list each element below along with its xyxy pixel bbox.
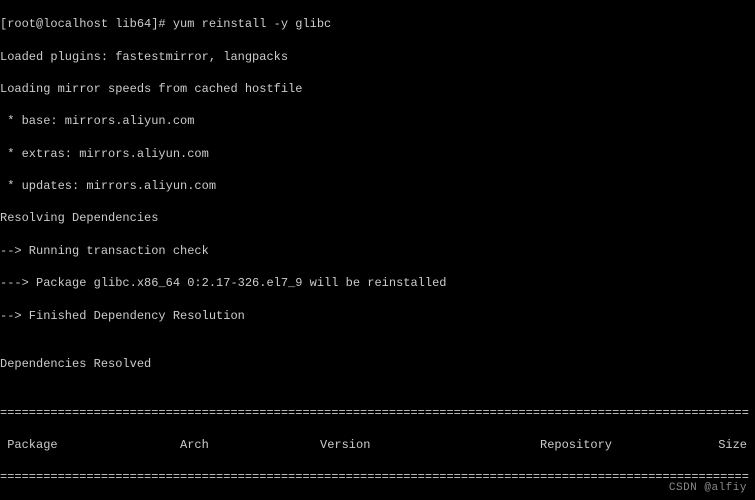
- divider: ========================================…: [0, 405, 755, 421]
- output-line: * base: mirrors.aliyun.com: [0, 113, 755, 129]
- col-package: Package: [0, 437, 180, 453]
- output-line: Dependencies Resolved: [0, 356, 755, 372]
- shell-prompt: [root@localhost lib64]#: [0, 17, 173, 31]
- watermark: CSDN @alfiy: [669, 481, 747, 496]
- terminal-output[interactable]: [root@localhost lib64]# yum reinstall -y…: [0, 0, 755, 500]
- col-size: Size: [690, 437, 755, 453]
- prompt-line-1: [root@localhost lib64]# yum reinstall -y…: [0, 16, 755, 32]
- divider: ========================================…: [0, 469, 755, 485]
- output-line: Resolving Dependencies: [0, 210, 755, 226]
- shell-command: yum reinstall -y glibc: [173, 17, 331, 31]
- col-repository: Repository: [540, 437, 690, 453]
- output-line: --> Running transaction check: [0, 243, 755, 259]
- col-arch: Arch: [180, 437, 320, 453]
- col-version: Version: [320, 437, 540, 453]
- output-line: * extras: mirrors.aliyun.com: [0, 146, 755, 162]
- output-line: Loaded plugins: fastestmirror, langpacks: [0, 49, 755, 65]
- output-line: Loading mirror speeds from cached hostfi…: [0, 81, 755, 97]
- output-line: * updates: mirrors.aliyun.com: [0, 178, 755, 194]
- output-line: --> Finished Dependency Resolution: [0, 308, 755, 324]
- output-line: ---> Package glibc.x86_64 0:2.17-326.el7…: [0, 275, 755, 291]
- table-header-row: PackageArchVersionRepositorySize: [0, 437, 755, 453]
